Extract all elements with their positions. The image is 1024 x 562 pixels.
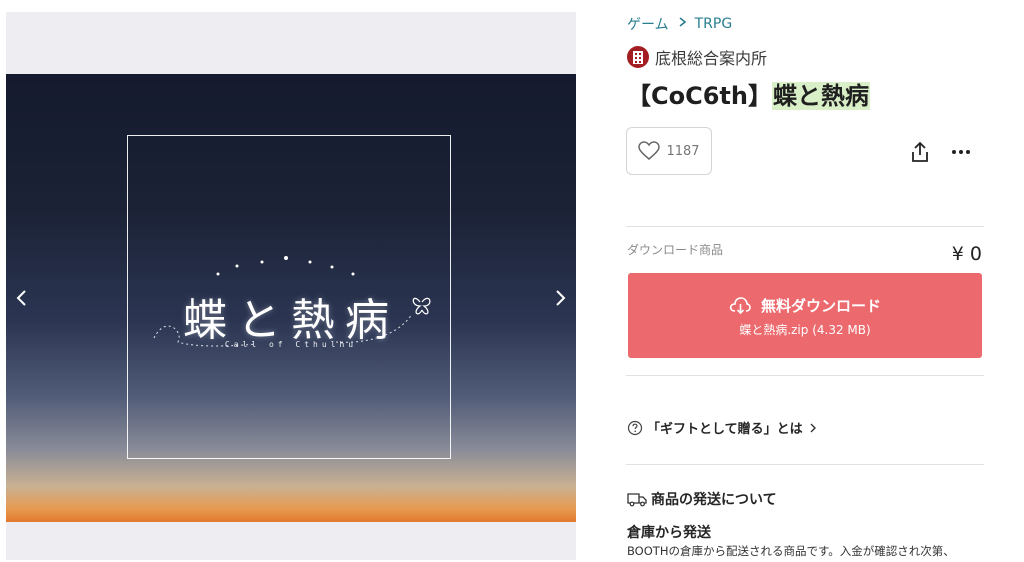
more-icon [952,150,970,154]
shop-avatar [627,46,649,68]
cloud-download-icon [729,296,751,314]
product-image-gallery: 蝶と熱病 Call of Cthulhu [6,12,576,560]
shipping-title-text: 商品の発送について [651,492,777,508]
variant-label: ダウンロード商品 [627,243,724,257]
breadcrumb-item-trpg[interactable]: TRPG [695,16,733,32]
chevron-right-icon [810,423,816,432]
free-download-button[interactable]: 無料ダウンロード 蝶と熱病.zip (4.32 MB) [628,273,982,358]
cover-title: 蝶と熱病 [183,295,399,346]
divider [626,226,984,227]
product-cover-image[interactable]: 蝶と熱病 Call of Cthulhu [6,74,576,522]
shop-link[interactable]: 底根総合案内所 [627,45,767,69]
heart-icon [638,141,661,160]
shop-name: 底根総合案内所 [655,49,768,68]
like-button[interactable]: 1187 [626,127,712,175]
more-options-button[interactable] [949,140,973,164]
previous-image-button[interactable] [10,286,34,310]
chevron-right-icon [677,16,687,32]
share-icon [912,141,928,162]
shipping-description: BOOTHの倉庫から配送される商品です。入金が確認され次第、 [627,544,955,558]
download-label: 無料ダウンロード [760,297,881,315]
help-circle-icon [627,420,643,435]
shipping-section-title: 商品の発送について [627,489,777,509]
cover-subtitle: Call of Cthulhu [224,340,358,349]
breadcrumb-item-game[interactable]: ゲーム [627,14,669,34]
gift-info-label: 「ギフトとして贈る」とは [647,422,803,437]
chevron-left-icon [16,290,26,306]
breadcrumb: ゲーム TRPG [627,14,732,34]
chevron-right-icon [556,290,566,306]
download-button-main: 無料ダウンロード [628,295,982,316]
truck-icon [627,493,647,507]
shipping-method: 倉庫から発送 [627,525,711,541]
gift-info-link[interactable]: 「ギフトとして贈る」とは [627,418,819,437]
divider [626,375,984,376]
product-title: 【CoC6th】蝶と熱病 [627,76,870,111]
like-count: 1187 [666,143,700,159]
share-button[interactable] [908,140,932,164]
divider [626,464,984,465]
download-file-info: 蝶と熱病.zip (4.32 MB) [739,323,871,337]
product-title-prefix: 【CoC6th】 [627,82,772,110]
next-image-button[interactable] [548,286,572,310]
price: ¥ 0 [951,243,982,265]
product-title-highlight: 蝶と熱病 [771,82,870,110]
